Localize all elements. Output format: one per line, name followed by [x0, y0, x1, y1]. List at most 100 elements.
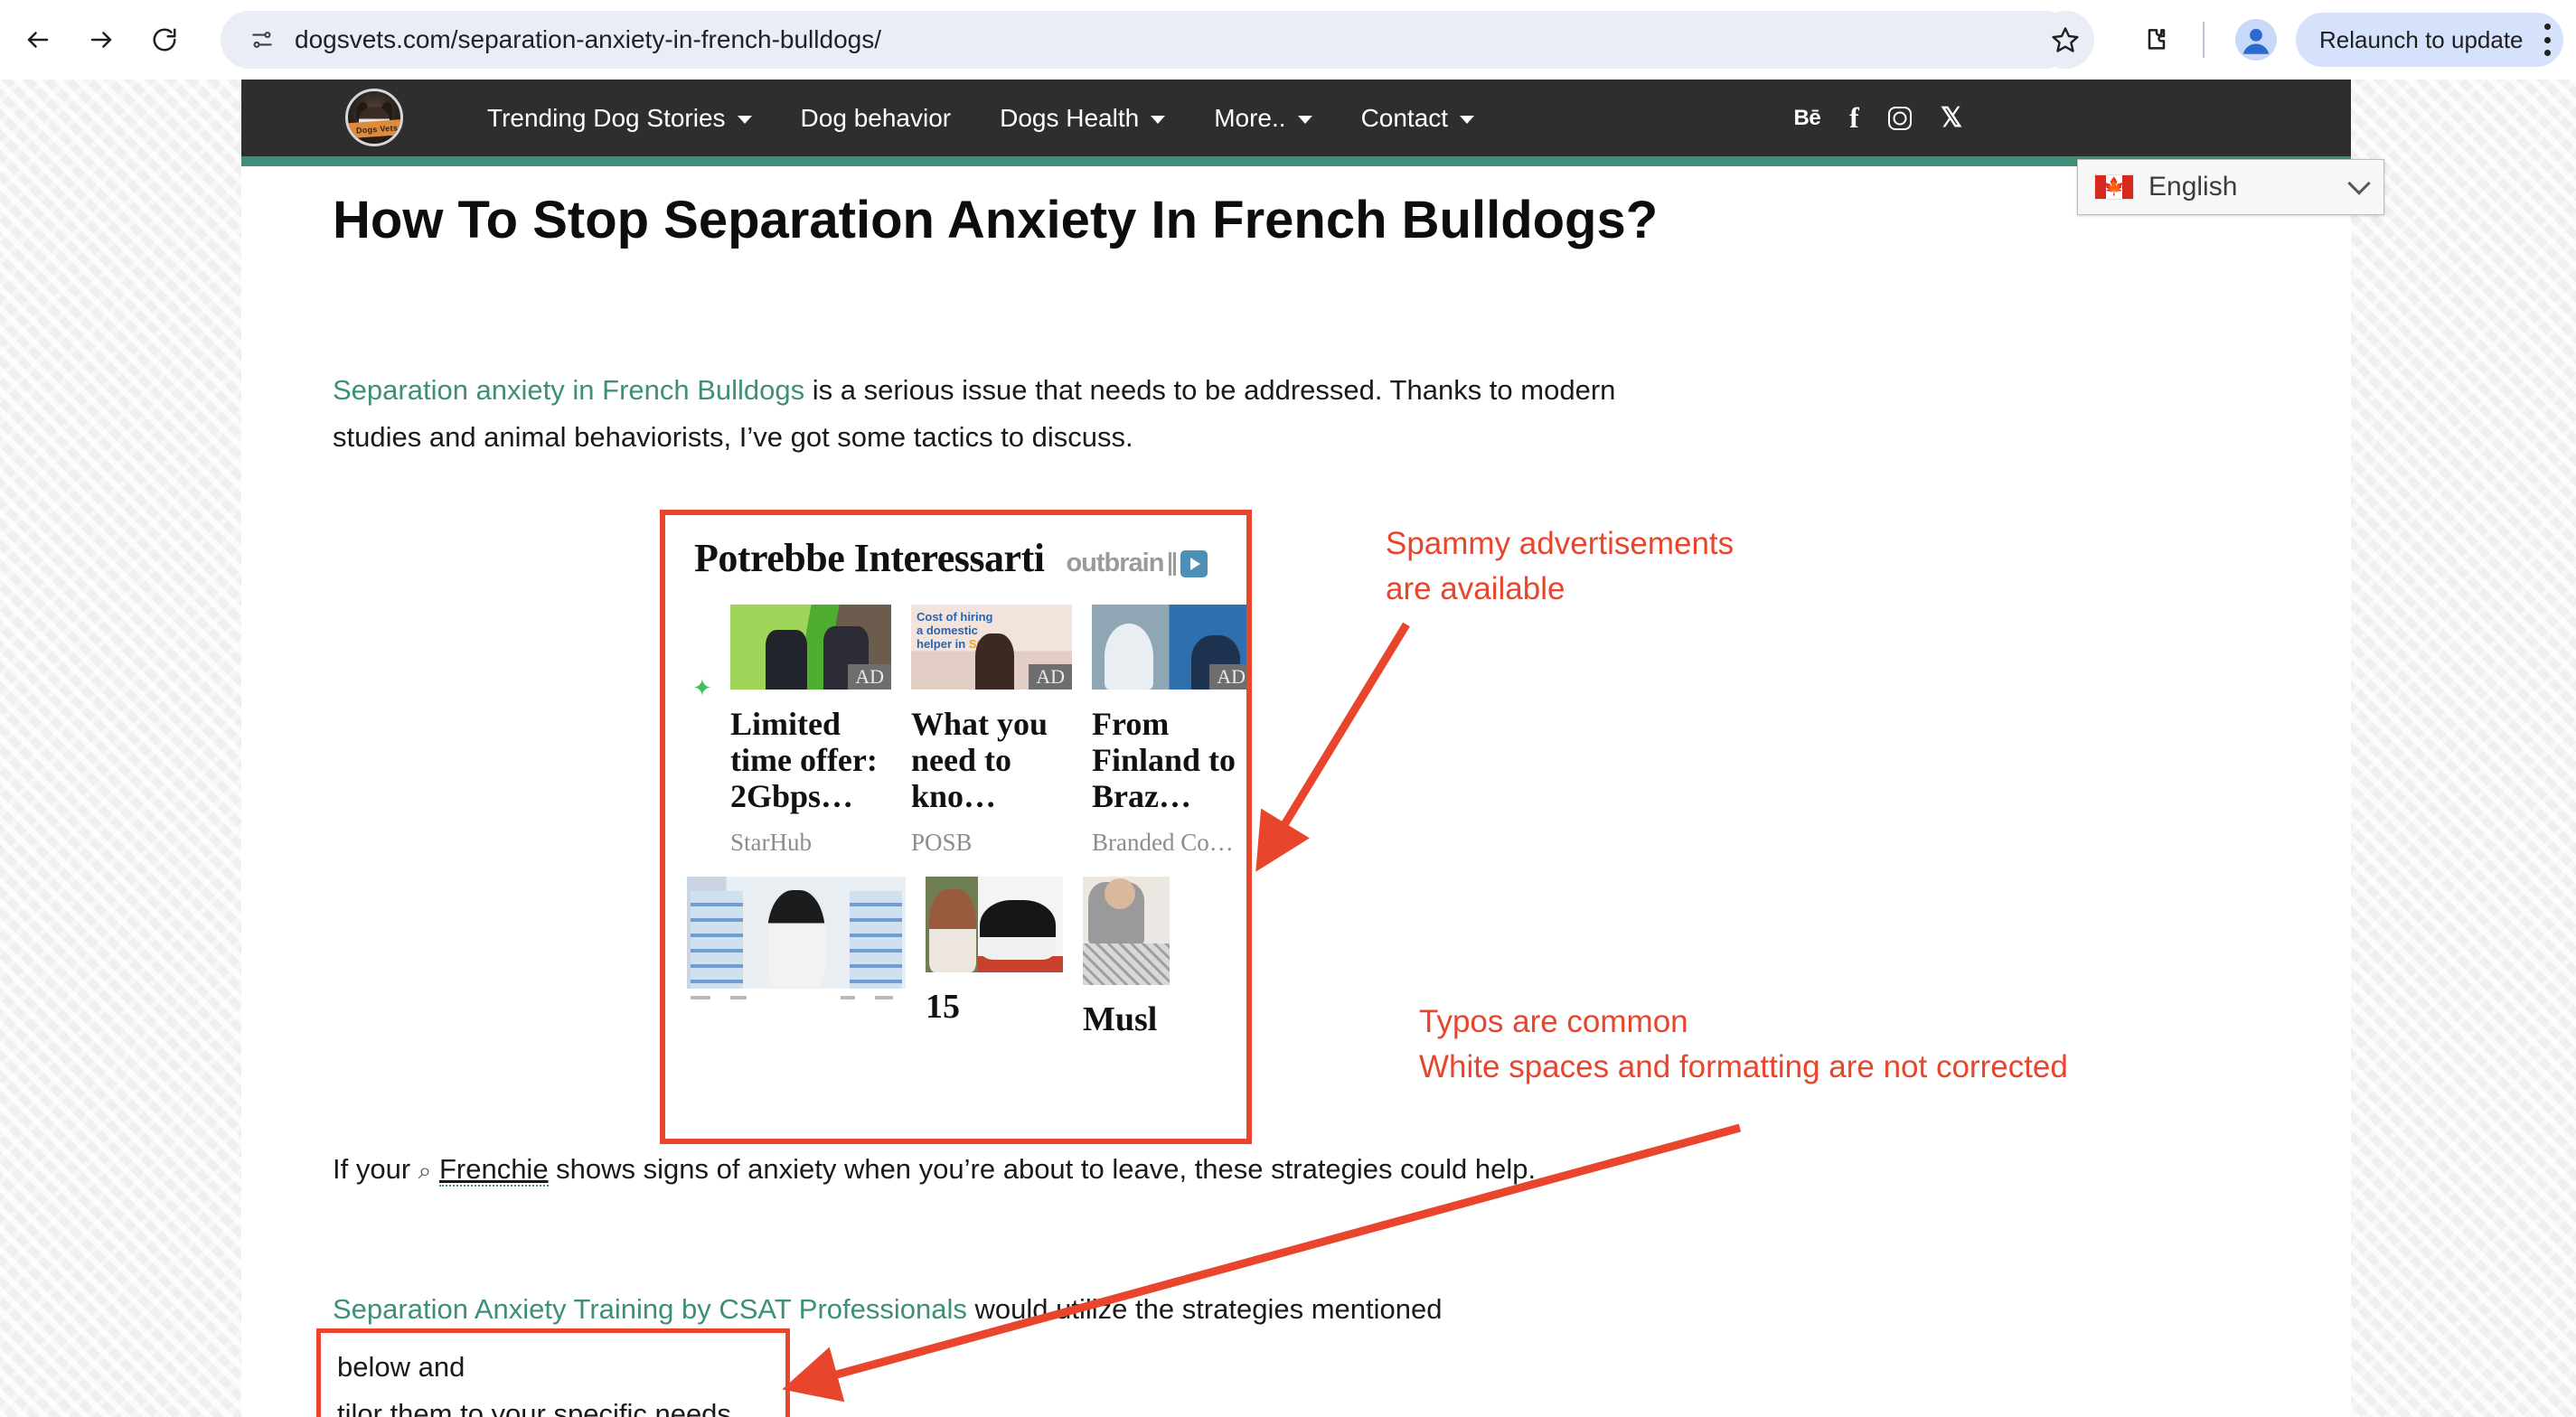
ad-card-source: Branded Co…: [1092, 829, 1234, 856]
nav-item-dog-behavior[interactable]: Dog behavior: [776, 104, 976, 133]
nav-item-dogs-health[interactable]: Dogs Health: [975, 104, 1189, 133]
man-head: [1105, 878, 1135, 909]
chevron-down-icon[interactable]: [2347, 172, 2371, 195]
header-accent-bar: [241, 156, 2351, 166]
nav-item-contact[interactable]: Contact: [1337, 104, 1500, 133]
ad-thumbnail-offshore-engineer[interactable]: AD: [1092, 605, 1246, 690]
site-header: Dogs Vets Trending Dog Stories Dog behav…: [241, 80, 2351, 156]
facebook-icon[interactable]: f: [1849, 101, 1859, 135]
border-collie-figure: [980, 900, 1056, 960]
chevron-down-icon[interactable]: [1297, 116, 1312, 124]
chevron-down-icon[interactable]: [1460, 116, 1475, 124]
behance-icon[interactable]: Bē: [1793, 106, 1820, 131]
relaunch-label: Relaunch to update: [2319, 25, 2524, 53]
ad-thumbnail-dog-show[interactable]: [926, 877, 1063, 972]
nav-label: More..: [1214, 103, 1286, 132]
toolbar-divider: [2203, 22, 2205, 58]
nav-label: Contact: [1360, 103, 1449, 132]
csat-rest: would utilize the strategies mentioned: [966, 1293, 1443, 1325]
instagram-icon[interactable]: [1887, 106, 1912, 130]
ad-card-1[interactable]: AD Limited time offer: 2Gbps… StarHub: [730, 605, 891, 857]
site-logo[interactable]: Dogs Vets: [345, 89, 403, 146]
address-bar[interactable]: dogsvets.com/separation-anxiety-in-frenc…: [221, 11, 2073, 69]
ad-thumbnail-boston-terrier[interactable]: [687, 877, 906, 989]
nav-item-trending-dog-stories[interactable]: Trending Dog Stories: [463, 104, 776, 133]
site-content-column: Dogs Vets Trending Dog Stories Dog behav…: [241, 80, 2351, 1417]
canada-flag-icon: 🍁: [2094, 174, 2134, 200]
main-navigation: Trending Dog Stories Dog behavior Dogs H…: [463, 80, 1499, 156]
paragraph-rest: shows signs of anxiety when you’re about…: [548, 1153, 1537, 1185]
ad-badge: AD: [1209, 664, 1246, 690]
chevron-down-icon[interactable]: [1151, 116, 1166, 124]
language-selector[interactable]: 🍁 English: [2077, 159, 2384, 215]
ad-badge: AD: [848, 664, 891, 690]
pitbull-figure: [929, 889, 976, 972]
sparkle-icon: ✦: [692, 674, 712, 701]
chevron-down-icon[interactable]: [737, 116, 752, 124]
ad-card-source: POSB: [911, 829, 973, 856]
plaid-blanket: [1083, 943, 1170, 985]
page-title: How To Stop Separation Anxiety In French…: [333, 191, 1659, 249]
ad-badge: AD: [1029, 664, 1072, 690]
typo-line-2: tilor them to your specific needs: [337, 1398, 731, 1417]
link-frenchie[interactable]: Frenchie: [438, 1153, 549, 1187]
boston-terrier-figure: [767, 889, 825, 988]
typo-highlight-box: below and tilor them to your specific ne…: [316, 1328, 790, 1417]
ad-card-2[interactable]: Cost of hiring a domestic helper in SG A…: [911, 605, 1072, 857]
logo-banner-text: Dogs Vets: [348, 118, 400, 139]
nav-label: Dogs Health: [1000, 103, 1140, 132]
link-csat-training[interactable]: Separation Anxiety Training by CSAT Prof…: [333, 1293, 967, 1325]
url-text: dogsvets.com/separation-anxiety-in-frenc…: [295, 25, 881, 53]
profile-avatar-icon[interactable]: [2233, 16, 2280, 63]
ad-card-title[interactable]: From Finland to Braz…: [1092, 706, 1246, 814]
ad-placeholder-lines: [687, 989, 906, 999]
ad-card-4[interactable]: [687, 877, 906, 999]
outbrain-play-icon: [1180, 549, 1208, 577]
nav-label: Dog behavior: [800, 103, 952, 132]
page-viewport: Dogs Vets Trending Dog Stories Dog behav…: [0, 80, 2576, 1417]
annotation-spammy-ads: Spammy advertisements are available: [1386, 526, 1735, 606]
ad-card-source: StarHub: [730, 829, 812, 856]
nav-label: Trending Dog Stories: [487, 103, 726, 132]
ad-thumbnail-technician[interactable]: AD: [730, 605, 891, 690]
ad-card-title[interactable]: What you need to kno…: [911, 706, 1072, 814]
ad-card-title[interactable]: Musl: [1083, 999, 1170, 1039]
annotation-typos: Typos are common White spaces and format…: [1419, 1004, 2068, 1084]
language-label: English: [2148, 172, 2238, 202]
strategies-paragraph: If your ⌕ Frenchie shows signs of anxiet…: [333, 1146, 1598, 1194]
outbrain-wordmark: outbrain: [1066, 549, 1164, 577]
back-button[interactable]: [13, 14, 63, 65]
outbrain-logo[interactable]: outbrain: [1066, 549, 1208, 578]
page-settings-icon[interactable]: [244, 22, 280, 58]
ad-widget-heading: Potrebbe Interessarti: [694, 536, 1045, 580]
ad-card-5[interactable]: 15: [926, 877, 1063, 1027]
typo-line-1: below and: [337, 1351, 465, 1383]
search-icon: ⌕: [418, 1157, 432, 1184]
ad-card-3[interactable]: AD From Finland to Braz… Branded Co…: [1092, 605, 1246, 857]
x-twitter-icon[interactable]: 𝕏: [1941, 102, 1962, 134]
ad-row-2: 15 Musl: [665, 857, 1246, 1039]
browser-toolbar: dogsvets.com/separation-anxiety-in-frenc…: [0, 0, 2576, 80]
ad-card-title[interactable]: 15: [926, 987, 1063, 1027]
extensions-puzzle-icon[interactable]: [2131, 14, 2182, 65]
ad-card-6[interactable]: Musl: [1083, 877, 1170, 1039]
ad-widget-header: Potrebbe Interessarti outbrain: [665, 515, 1246, 581]
forward-button[interactable]: [76, 14, 127, 65]
ad-thumb-caption: Cost of hiring a domestic helper in SG: [917, 610, 993, 651]
three-dot-menu-icon[interactable]: [2543, 23, 2551, 56]
intro-paragraph: Separation anxiety in French Bulldogs is…: [333, 367, 1652, 461]
link-separation-anxiety[interactable]: Separation anxiety in French Bulldogs: [333, 374, 804, 406]
relaunch-to-update-button[interactable]: Relaunch to update: [2296, 13, 2563, 67]
star-icon[interactable]: [2036, 11, 2094, 69]
ad-card-title[interactable]: Limited time offer: 2Gbps…: [730, 706, 891, 814]
paragraph-prefix: If your: [333, 1153, 418, 1185]
nav-item-more[interactable]: More..: [1189, 104, 1336, 133]
meal-container-stack-right: [850, 891, 902, 989]
outbrain-bars-icon: [1169, 551, 1177, 576]
ad-thumbnail-man-on-bed[interactable]: [1083, 877, 1170, 985]
outbrain-ad-widget[interactable]: Potrebbe Interessarti outbrain ✦ AD Limi…: [660, 510, 1252, 1144]
meal-container-stack-left: [691, 891, 743, 989]
ad-row-1: AD Limited time offer: 2Gbps… StarHub Co…: [665, 605, 1246, 857]
reload-button[interactable]: [139, 14, 190, 65]
ad-thumbnail-domestic-helper[interactable]: Cost of hiring a domestic helper in SG A…: [911, 605, 1072, 690]
